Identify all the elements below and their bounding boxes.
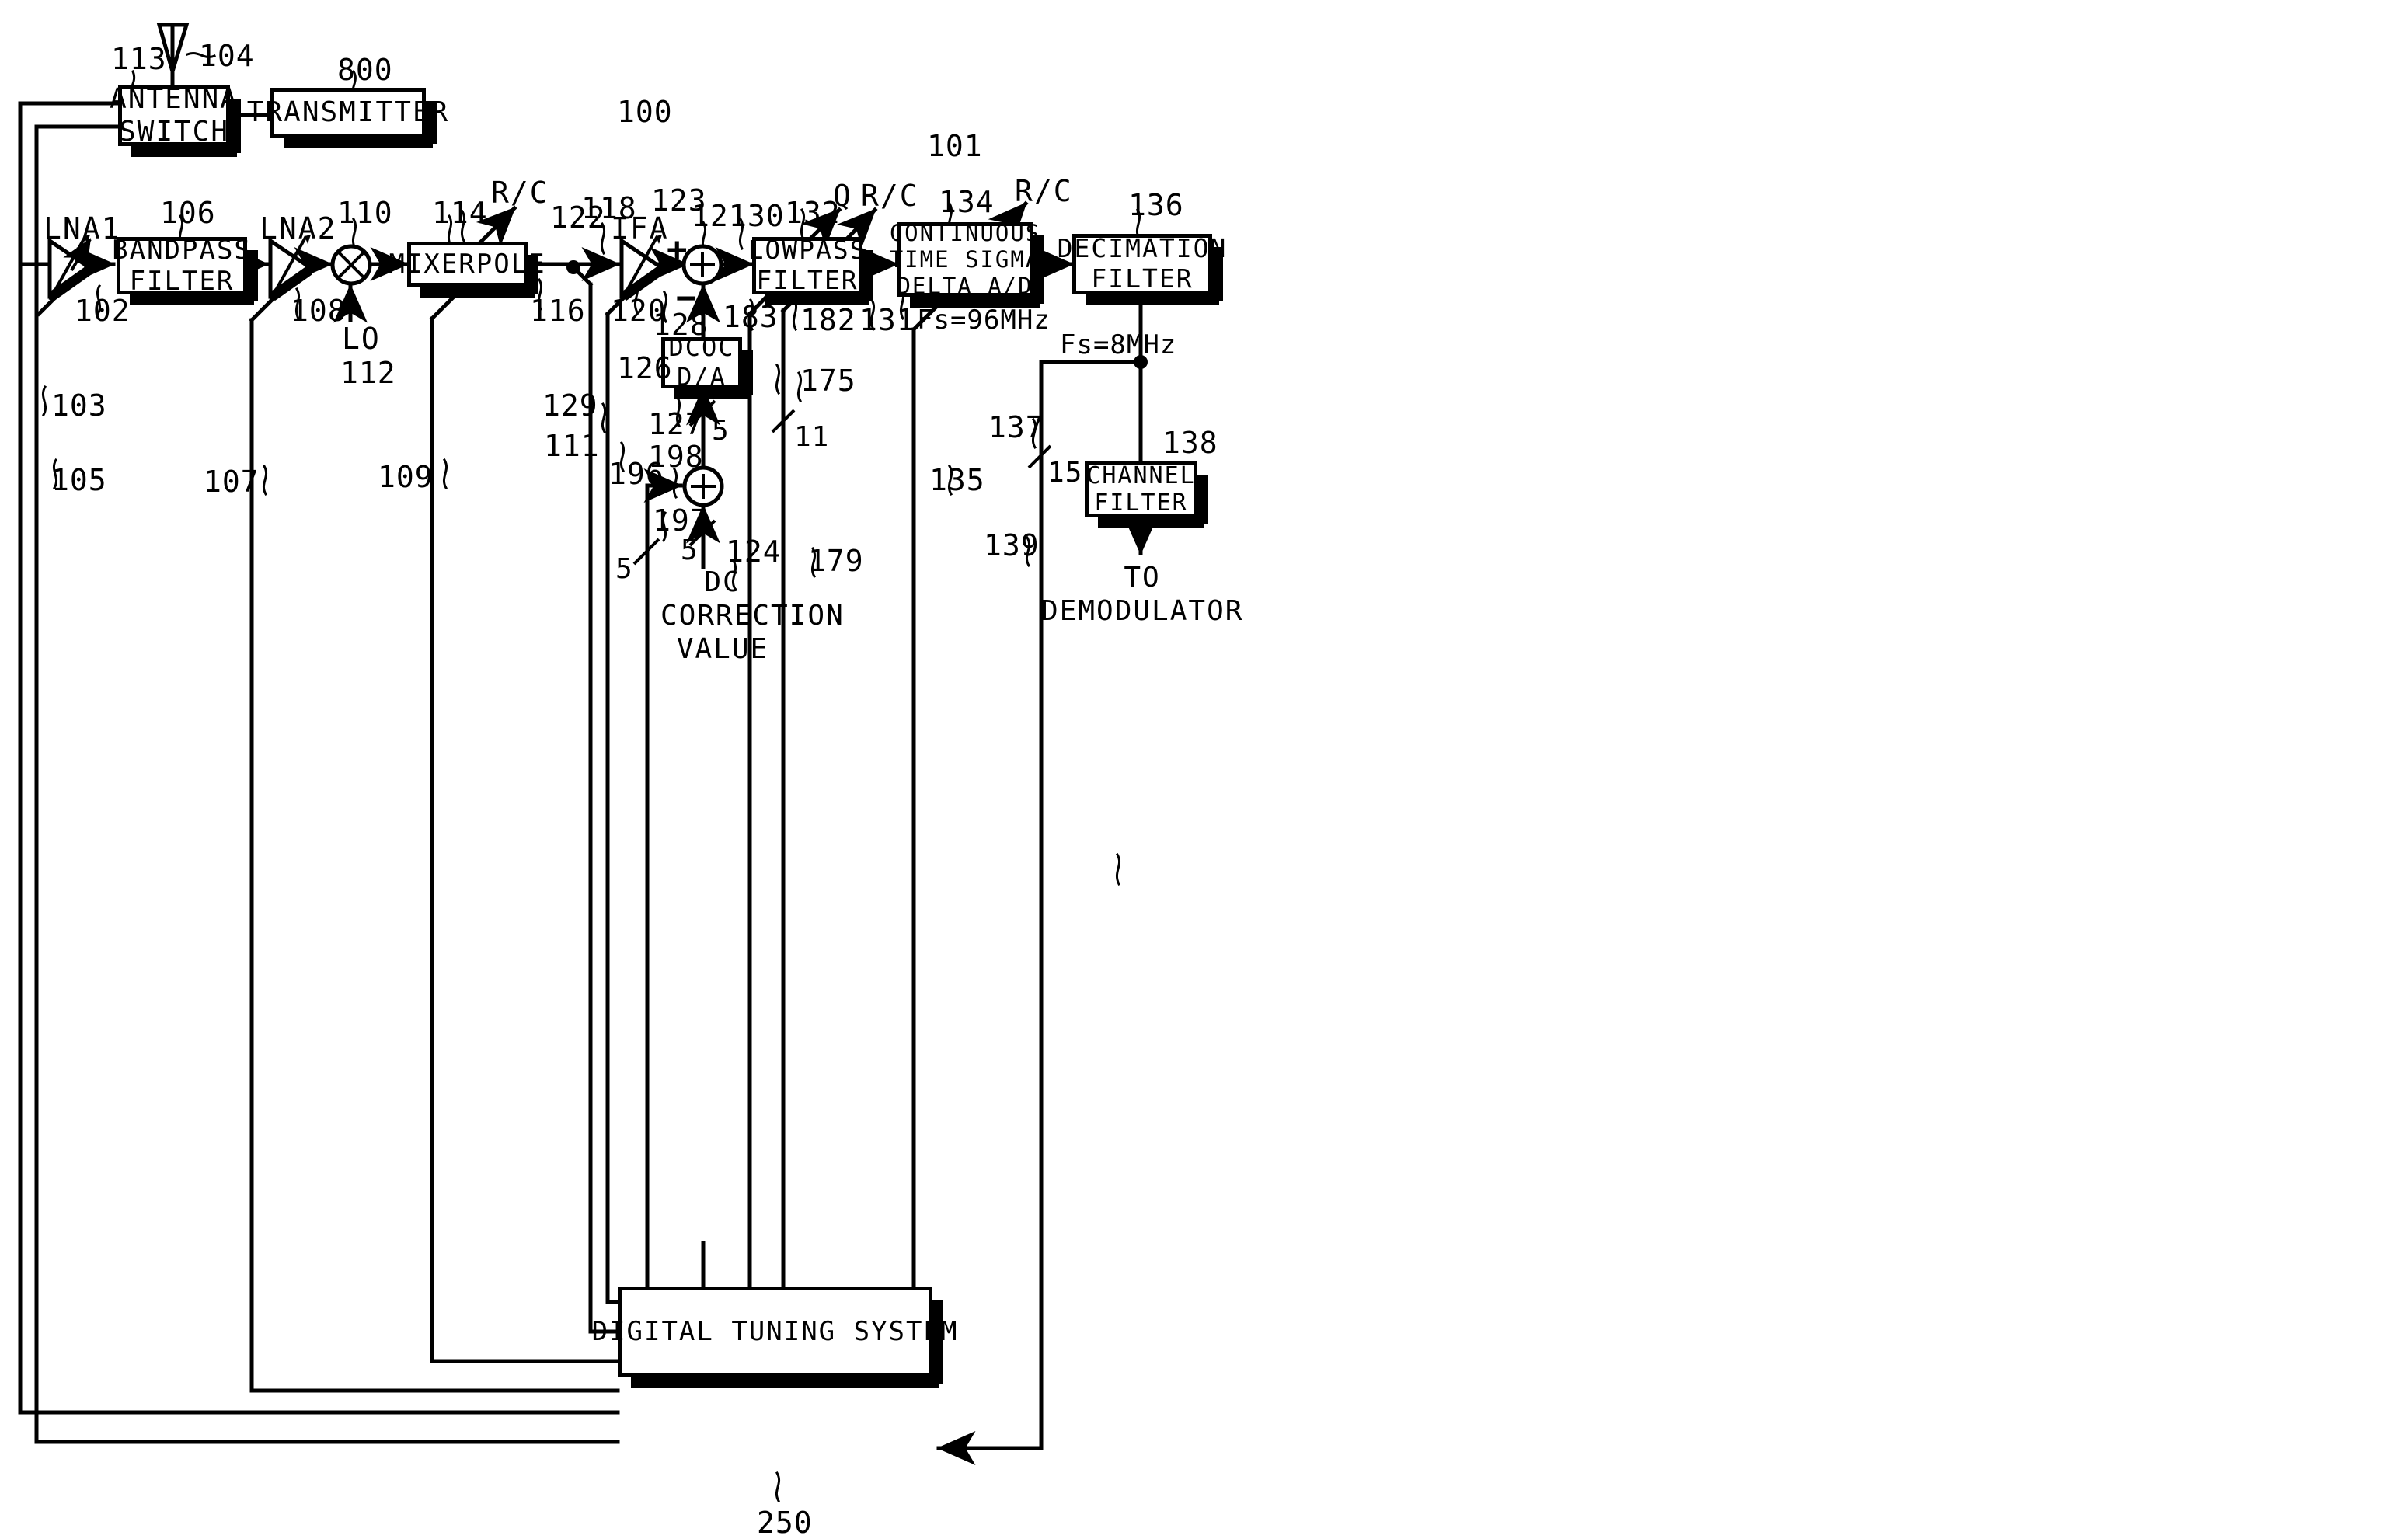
label-fs-dec: Fs=8MHz	[1060, 329, 1177, 360]
ref-114: 114	[432, 196, 488, 230]
label-plus-sign: +	[667, 230, 688, 270]
adc-line-2: DELTA A/D	[897, 273, 1033, 300]
decimation-line-0: DECIMATION	[1057, 233, 1228, 264]
block-digital-tuning-system[interactable]: DIGITAL TUNING SYSTEM	[592, 1287, 957, 1388]
ref-179: 179	[808, 544, 864, 578]
ref-124: 124	[726, 534, 782, 569]
label-fs-adc: Fs=96MHz	[917, 305, 1051, 336]
to-demodulator-line-0: TO	[1124, 562, 1161, 594]
block-antenna-switch[interactable]: ANTENNA SWITCH	[110, 83, 241, 157]
antenna-switch-line-1: SWITCH	[118, 116, 230, 148]
dc-correction-line-0: DC	[704, 566, 741, 598]
ref-110: 110	[337, 196, 393, 230]
ref-111: 111	[544, 429, 600, 463]
ref-127: 127	[648, 407, 704, 441]
antenna-switch-line-0: ANTENNA	[110, 82, 239, 115]
ref-134: 134	[939, 185, 995, 219]
bus-width-dc-correction: 5	[681, 534, 699, 566]
dc-correction-line-1: CORRECTION	[660, 600, 845, 632]
block-lowpass-filter[interactable]: LOWPASS FILTER	[747, 235, 873, 305]
ref-135: 135	[929, 463, 985, 497]
block-channel-filter[interactable]: CHANNEL FILTER	[1085, 461, 1208, 528]
label-q-lowpass: Q	[833, 179, 852, 213]
label-rc-adc: R/C	[1015, 174, 1073, 208]
bus-slash-ticks	[632, 399, 1052, 566]
block-bandpass-filter[interactable]: BANDPASS FILTER	[112, 235, 258, 305]
block-transmitter[interactable]: TRANSMITTER	[247, 88, 448, 148]
ref-175: 175	[800, 364, 856, 398]
ref-113: 113	[111, 42, 167, 76]
block-decimation-filter[interactable]: DECIMATION FILTER	[1058, 233, 1225, 305]
ref-196: 196	[608, 457, 664, 491]
ref-118: 118	[581, 191, 637, 225]
dcoc-line-1: D/A	[677, 362, 727, 392]
ref-126: 126	[617, 351, 673, 385]
ref-132: 132	[785, 196, 841, 230]
bus-width-lowpass: 11	[794, 421, 830, 453]
ref-106: 106	[160, 196, 216, 230]
block-continuous-time-sigma-delta-adc[interactable]: CONTINUOUS TIME SIGMA DELTA A/D	[890, 220, 1044, 308]
label-lo: LO	[342, 322, 381, 356]
bus-width-feedback: 5	[615, 553, 633, 585]
block-mixerpole[interactable]: MIXERPOLE	[389, 242, 545, 298]
ref-139: 139	[984, 528, 1040, 562]
decimation-line-1: FILTER	[1091, 263, 1194, 294]
ref-800: 800	[337, 53, 393, 87]
ref-129: 129	[542, 388, 598, 423]
ref-108: 108	[291, 294, 347, 328]
bandpass-line-0: BANDPASS	[112, 234, 252, 266]
ref-107: 107	[204, 465, 260, 499]
label-rc-lowpass: R/C	[861, 179, 919, 213]
ref-130: 130	[729, 199, 785, 233]
ref-102: 102	[75, 294, 131, 328]
transmitter-line-0: TRANSMITTER	[246, 96, 450, 128]
label-lna1: LNA1	[44, 211, 121, 245]
ref-182: 182	[800, 303, 856, 337]
ref-103: 103	[51, 388, 107, 423]
ref-system-100: 100	[617, 95, 673, 129]
patent-figure-canvas: ANTENNA SWITCH TRANSMITTER BANDPASS FILT…	[0, 0, 2408, 1539]
mixer-symbol[interactable]	[329, 243, 373, 287]
ref-250: 250	[757, 1506, 813, 1539]
label-to-demodulator: TO DEMODULATOR	[1041, 561, 1243, 628]
label-minus-sign: −	[676, 278, 698, 318]
ref-136: 136	[1128, 188, 1184, 222]
ref-116: 116	[530, 294, 586, 328]
dts-line-0: DIGITAL TUNING SYSTEM	[591, 1315, 959, 1347]
ref-138: 138	[1162, 426, 1218, 460]
block-dcoc-da[interactable]: DCOC D/A	[661, 333, 753, 399]
lowpass-line-0: LOWPASS	[747, 235, 867, 266]
label-rc-mixerpole: R/C	[491, 176, 549, 210]
ref-183: 183	[723, 300, 779, 334]
ref-131: 131	[859, 303, 915, 337]
dc-correction-line-2: VALUE	[676, 633, 769, 666]
bus-width-decimation: 15	[1047, 457, 1083, 489]
label-lna2: LNA2	[260, 211, 337, 245]
ref-197: 197	[653, 503, 709, 538]
adc-line-0: CONTINUOUS	[889, 219, 1041, 246]
ref-104: 104	[199, 39, 255, 73]
ref-109: 109	[378, 460, 434, 494]
ref-137: 137	[988, 410, 1044, 444]
bus-width-dcoc: 5	[712, 415, 730, 447]
ref-112: 112	[340, 356, 396, 390]
lowpass-line-1: FILTER	[756, 265, 859, 295]
to-demodulator-line-1: DEMODULATOR	[1041, 595, 1244, 628]
channel-line-0: CHANNEL	[1086, 461, 1196, 489]
mixerpole-line-0: MIXERPOLE	[389, 248, 546, 280]
bandpass-line-1: FILTER	[129, 266, 235, 297]
ref-receiver-101: 101	[927, 129, 983, 163]
channel-line-1: FILTER	[1094, 489, 1188, 517]
adc-line-1: TIME SIGMA	[889, 245, 1041, 273]
ref-105: 105	[51, 463, 107, 497]
label-dc-correction-value: DC CORRECTION VALUE	[660, 566, 845, 667]
